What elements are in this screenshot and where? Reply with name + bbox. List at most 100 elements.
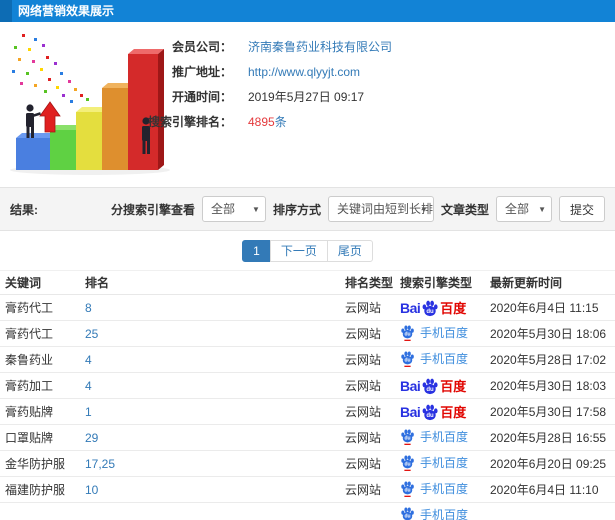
update-time-cell: 2020年5月28日 17:02 xyxy=(485,346,615,373)
header-engine-type: 搜索引擎类型 xyxy=(395,270,485,295)
keyword-cell: 膏药代工 xyxy=(0,320,80,347)
rank-type-cell: 云网站 xyxy=(340,294,395,321)
keyword-cell: 口罩贴牌 xyxy=(0,424,80,451)
rank-type-cell: 云网站 xyxy=(340,346,395,373)
engine-select[interactable]: 全部 ▼ xyxy=(201,196,266,222)
svg-text:du: du xyxy=(404,331,410,337)
update-time-cell: 2020年5月30日 17:58 xyxy=(485,398,615,425)
rank-link[interactable]: 17,25 xyxy=(85,457,115,471)
mobile-baidu-label: 手机百度 xyxy=(420,429,469,444)
header-keyword: 关键词 xyxy=(0,270,80,295)
keyword-cell: 金华防护服 xyxy=(0,450,80,477)
mobile-baidu-label: 手机百度 xyxy=(420,507,469,520)
rank-count-value: 4895条 xyxy=(248,113,287,130)
svg-text:du: du xyxy=(404,487,410,493)
update-time-cell: 2020年5月30日 18:03 xyxy=(485,372,615,399)
rank-link[interactable]: 10 xyxy=(85,483,98,497)
rank-cell: 8 xyxy=(80,294,340,321)
svg-text:du: du xyxy=(427,308,435,314)
promo-url-row: 推广地址： http://www.qlyyjt.com xyxy=(90,59,392,84)
svg-text:du: du xyxy=(404,357,410,363)
update-time-cell: 2020年5月30日 18:06 xyxy=(485,320,615,347)
rank-count-suffix: 条 xyxy=(274,115,287,129)
engine-type-cell: du 手机百度 xyxy=(395,424,485,451)
table-row: 膏药代工 25 云网站 du 手机百度 2020年5月30日 18:06 xyxy=(0,320,615,347)
confetti-dots-icon xyxy=(12,34,89,103)
update-time-cell: 2020年5月28日 16:55 xyxy=(485,424,615,451)
mobile-baidu-logo: du 手机百度 xyxy=(400,324,468,341)
engine-type-cell: Bai du 百度 xyxy=(395,398,485,425)
chevron-down-icon: ▼ xyxy=(420,205,428,214)
rank-type-cell: 云网站 xyxy=(340,450,395,477)
pagination-wrap: 1 下一页 尾页 xyxy=(0,231,615,270)
rank-type-cell: 云网站 xyxy=(340,372,395,399)
rank-link[interactable]: 25 xyxy=(85,327,98,341)
keyword-cell xyxy=(0,502,80,520)
header-accent-bar xyxy=(0,0,12,22)
promo-url-link[interactable]: http://www.qlyyjt.com xyxy=(248,65,360,79)
baidu-paw-icon: du xyxy=(422,378,438,394)
engine-select-value: 全部 xyxy=(210,202,235,216)
engine-type-cell: Bai du 百度 xyxy=(395,294,485,321)
svg-text:du: du xyxy=(404,461,410,467)
mobile-baidu-label: 手机百度 xyxy=(420,325,469,340)
keyword-cell: 福建防护服 xyxy=(0,476,80,503)
rank-cell: 29 xyxy=(80,424,340,451)
baidu-logo-text: Bai xyxy=(400,299,421,316)
engine-type-cell: du 手机百度 xyxy=(395,450,485,477)
mobile-baidu-logo: du 手机百度 xyxy=(400,350,468,367)
table-row: 秦鲁药业 4 云网站 du 手机百度 2020年5月28日 17:02 xyxy=(0,346,615,373)
baidu-logo-cn-text: 百度 xyxy=(440,379,467,394)
sort-select[interactable]: 关键词由短到长排序 ▼ xyxy=(327,196,434,222)
article-type-select[interactable]: 全部 ▼ xyxy=(495,196,552,222)
baidu-logo-cn-text: 百度 xyxy=(440,301,467,316)
rank-type-cell: 云网站 xyxy=(340,320,395,347)
update-time-cell: 2020年6月4日 11:10 xyxy=(485,476,615,503)
header-rank-type: 排名类型 xyxy=(340,270,395,295)
mobile-baidu-logo: du 手机百度 xyxy=(400,480,468,497)
pagination: 1 下一页 尾页 xyxy=(242,239,373,262)
table-row: 膏药代工 8 云网站 Bai du 百度 2020年6月4日 11:15 xyxy=(0,294,615,321)
chevron-down-icon: ▼ xyxy=(252,205,260,214)
member-info-fields: 会员公司： 济南秦鲁药业科技有限公司 推广地址： http://www.qlyy… xyxy=(90,34,392,134)
svg-text:du: du xyxy=(404,435,410,441)
rank-link[interactable]: 8 xyxy=(85,301,92,315)
baidu-logo-cn-text: 百度 xyxy=(440,405,467,420)
last-page-button[interactable]: 尾页 xyxy=(326,239,373,262)
rank-type-cell: 云网站 xyxy=(340,424,395,451)
svg-text:du: du xyxy=(427,386,435,392)
table-row: 膏药加工 4 云网站 Bai du 百度 2020年5月30日 18:03 xyxy=(0,372,615,399)
rank-cell: 17,25 xyxy=(80,450,340,477)
mobile-baidu-logo: du 手机百度 xyxy=(400,454,468,471)
svg-text:du: du xyxy=(427,412,435,418)
filter-controls: 分搜索引擎查看 全部 ▼ 排序方式 关键词由短到长排序 ▼ 文章类型 全部 ▼ … xyxy=(111,196,605,222)
article-type-label: 文章类型 xyxy=(440,202,489,217)
baidu-paw-icon: du xyxy=(422,300,438,316)
next-page-button[interactable]: 下一页 xyxy=(269,239,328,262)
submit-button[interactable]: 提交 xyxy=(558,196,605,222)
svg-text:du: du xyxy=(404,513,410,519)
rank-link[interactable]: 4 xyxy=(85,353,92,367)
mobile-baidu-paw-icon: du xyxy=(401,480,414,497)
table-row: 膏药贴牌 1 云网站 Bai du 百度 2020年5月30日 17:58 xyxy=(0,398,615,425)
keyword-cell: 膏药贴牌 xyxy=(0,398,80,425)
filter-bar: 结果: 分搜索引擎查看 全部 ▼ 排序方式 关键词由短到长排序 ▼ 文章类型 全… xyxy=(0,187,615,231)
rank-link[interactable]: 1 xyxy=(85,405,92,419)
mobile-baidu-label: 手机百度 xyxy=(420,455,469,470)
mobile-baidu-label: 手机百度 xyxy=(420,351,469,366)
update-time-cell: 2020年6月20日 09:25 xyxy=(485,450,615,477)
rank-type-cell xyxy=(340,502,395,520)
keyword-cell: 膏药代工 xyxy=(0,294,80,321)
member-company-link[interactable]: 济南秦鲁药业科技有限公司 xyxy=(248,38,392,55)
mobile-baidu-paw-icon: du xyxy=(401,428,414,445)
rank-link[interactable]: 29 xyxy=(85,431,98,445)
sort-filter-label: 排序方式 xyxy=(272,202,321,217)
keyword-cell: 膏药加工 xyxy=(0,372,80,399)
page-1-button[interactable]: 1 xyxy=(242,239,271,262)
result-label: 结果: xyxy=(10,202,38,217)
rank-link[interactable]: 4 xyxy=(85,379,92,393)
promo-url-label: 推广地址： xyxy=(171,65,232,79)
baidu-logo-text: Bai xyxy=(400,403,421,420)
rank-cell xyxy=(80,502,340,520)
info-section: 会员公司： 济南秦鲁药业科技有限公司 推广地址： http://www.qlyy… xyxy=(0,22,615,187)
